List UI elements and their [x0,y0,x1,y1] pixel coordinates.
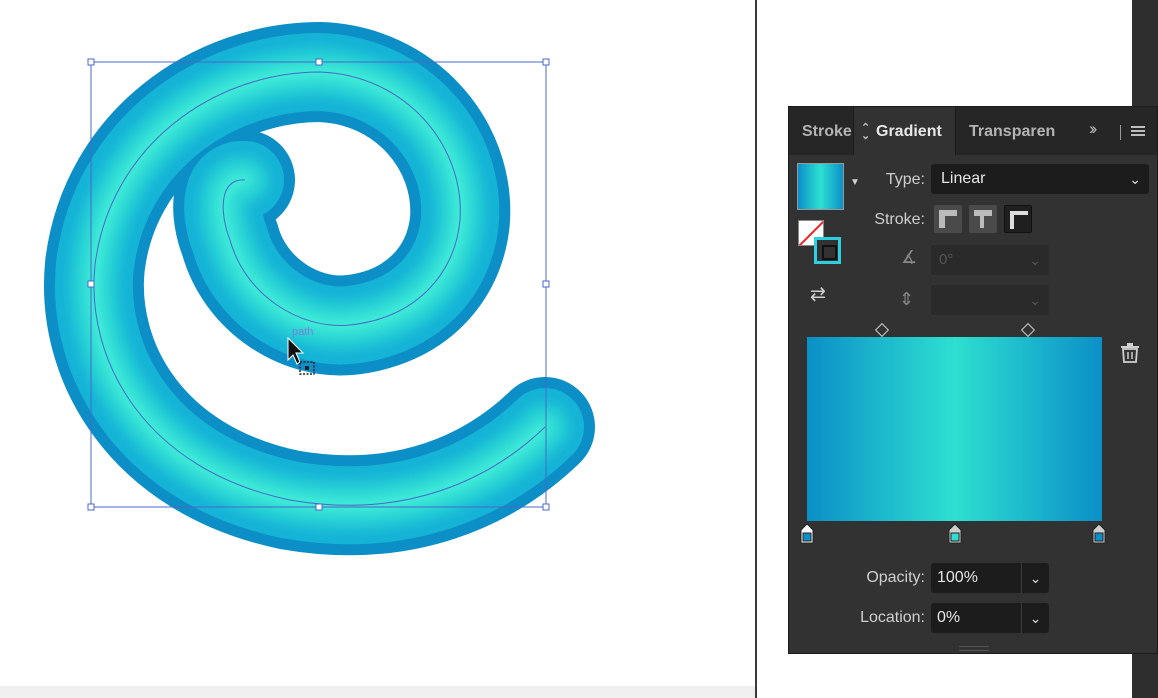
expand-panel-icon[interactable]: ›› [1089,119,1098,139]
gradient-stop-right[interactable] [1092,522,1106,544]
location-field[interactable]: 0% ⌄ [931,603,1049,633]
angle-icon: ∡ [901,247,918,267]
tab-stroke[interactable]: Stroke [789,107,853,155]
handle-bottom-center [315,503,323,511]
handle-top-left [87,58,95,66]
aspect-ratio-field: ⌄ [931,285,1049,315]
opacity-field[interactable]: 100% ⌄ [931,563,1049,593]
handle-bottom-left [87,503,95,511]
type-dropdown[interactable]: Linear ⌄ [931,164,1149,194]
opacity-label: Opacity: [866,569,925,586]
tab-gradient[interactable]: ⌃ ⌄ Gradient [854,107,955,155]
location-label: Location: [860,609,925,626]
handle-bottom-right [542,503,550,511]
aspect-ratio-icon: ⇕ [899,289,915,309]
gradient-panel: Stroke ⌃ ⌄ Gradient Transparen ›› ▼ ⇄ Typ… [788,106,1158,654]
stroke-along-button[interactable] [969,205,997,233]
gradient-stop-left[interactable] [800,522,814,544]
trash-icon[interactable] [1121,343,1139,363]
tab-transparency[interactable]: Transparen [955,107,1085,155]
tab-divider [1120,125,1121,140]
gradient-slider[interactable] [807,337,1102,521]
panel-menu-icon[interactable] [1131,126,1145,138]
chevron-down-icon[interactable]: ⌄ [1021,603,1049,633]
gradient-swatch[interactable] [797,163,844,210]
stroke-active-icon[interactable] [814,237,841,264]
stroke-within-button[interactable] [934,205,962,233]
gradient-stop-middle[interactable] [948,522,962,544]
reverse-gradient-icon[interactable]: ⇄ [810,283,826,306]
chevron-down-icon[interactable]: ⌄ [1021,563,1049,593]
stroke-label: Stroke: [874,211,925,228]
type-label: Type: [885,171,925,188]
angle-field: 0° ⌄ [931,245,1049,275]
gradient-midpoint[interactable] [874,322,890,338]
object-hint-label: path [292,326,313,338]
handle-top-center [315,58,323,66]
gradient-midpoint[interactable] [1020,322,1036,338]
updown-arrows-icon: ⌃ ⌄ [861,122,871,142]
stroke-across-button[interactable] [1004,205,1032,233]
handle-middle-right [542,280,550,288]
status-bar [0,686,755,698]
chevron-down-icon: ⌄ [1129,171,1141,187]
spiral-stroke[interactable] [44,21,595,556]
panel-resize-grip[interactable] [959,646,989,651]
handle-middle-left [87,280,95,288]
spiral-artwork[interactable]: path [0,0,755,698]
artboard[interactable]: path [0,0,755,698]
handle-top-right [542,58,550,66]
fill-stroke-icon[interactable] [798,220,844,266]
panel-tab-bar: Stroke ⌃ ⌄ Gradient Transparen ›› [789,107,1157,155]
